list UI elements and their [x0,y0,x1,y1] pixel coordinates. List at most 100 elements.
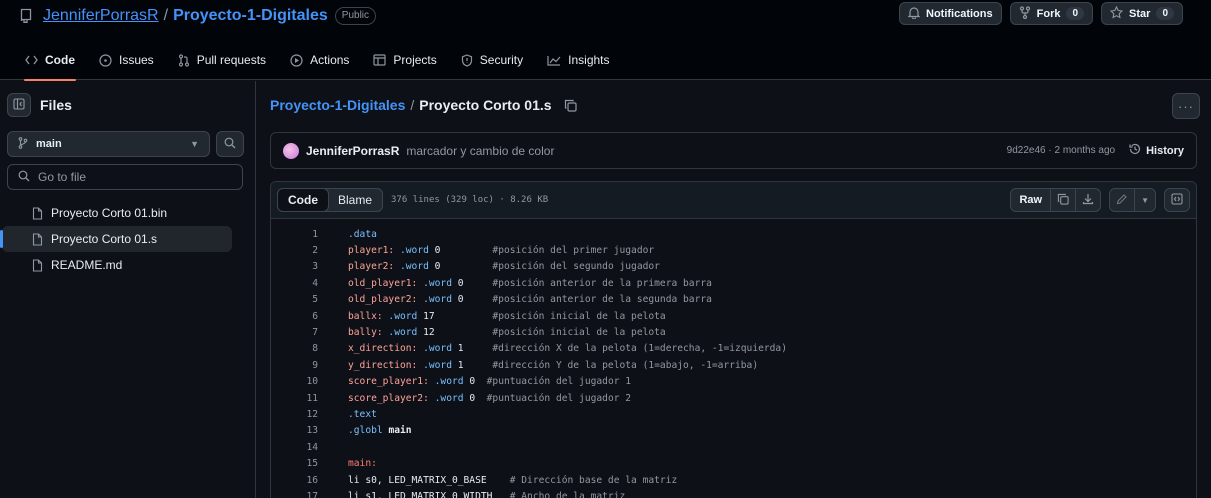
chevron-down-icon: ▼ [1141,195,1149,205]
code-line[interactable]: 4 old_player1: .word 0 #posición anterior… [271,275,1196,291]
raw-button[interactable]: Raw [1011,189,1050,211]
line-number[interactable]: 7 [271,327,318,338]
code-line[interactable]: 2 player1: .word 0 #posición del primer j… [271,242,1196,258]
code-line[interactable]: 13 .globl main [271,423,1196,439]
code-line[interactable]: 17 li s1, LED_MATRIX_0_WIDTH # Ancho de l… [271,488,1196,498]
breadcrumb-file-name: Proyecto Corto 01.s [419,97,552,113]
more-options-button[interactable]: ··· [1172,93,1200,119]
copy-raw-button[interactable] [1050,189,1075,211]
code-line[interactable]: 3 player2: .word 0 #posición del segundo … [271,259,1196,275]
line-number[interactable]: 14 [271,442,318,453]
line-number[interactable]: 13 [271,425,318,436]
code-lines[interactable]: 1 .data 2 player1: .word 0 #posición del pr… [271,219,1196,498]
line-number[interactable]: 2 [271,245,318,256]
tab-insights[interactable]: Insights [538,44,618,76]
code-token: 12 [423,327,435,339]
repo-nav-tabs: Code Issues Pull requests Actions Projec… [16,44,619,81]
symbols-button[interactable] [1164,188,1190,212]
tab-issues[interactable]: Issues [90,44,163,76]
go-to-file-input[interactable]: Go to file [7,164,243,190]
repo-actions: Notifications Fork 0 Star 0 [899,2,1183,25]
tab-label: Security [479,53,524,67]
star-button[interactable]: Star 0 [1101,2,1183,25]
line-number[interactable]: 15 [271,458,318,469]
file-stats: 376 lines (329 loc) · 8.26 KB [391,195,549,205]
file-icon [32,206,43,220]
line-number[interactable]: 1 [271,229,318,240]
code-view-button[interactable]: Code [277,188,329,212]
code-token: .word [417,343,458,355]
code-line[interactable]: 12 .text [271,406,1196,422]
repo-name-link[interactable]: Proyecto-1-Digitales [173,7,328,25]
code-token: main: [348,458,377,470]
file-item[interactable]: README.md [2,252,240,278]
edit-button[interactable] [1110,189,1134,211]
avatar[interactable] [283,142,299,159]
tab-pull-requests[interactable]: Pull requests [169,44,275,76]
code-line[interactable]: 16 li s0, LED_MATRIX_0_BASE # Dirección b… [271,472,1196,488]
code-token: .word [382,327,424,339]
star-count: 0 [1156,7,1174,20]
commit-meta[interactable]: 9d22e46 · 2 months ago [1007,145,1115,156]
code-token: #posición del segundo jugador [440,261,660,273]
download-button[interactable] [1075,189,1100,211]
collapse-sidebar-button[interactable] [7,93,31,117]
notifications-button[interactable]: Notifications [899,2,1002,25]
line-content: y_direction: .word 1 #dirección Y de la … [348,360,758,371]
tab-security[interactable]: Security [452,44,532,76]
commit-message[interactable]: marcador y cambio de color [406,144,554,158]
line-number[interactable]: 12 [271,409,318,420]
bell-icon [907,6,921,22]
line-number[interactable]: 3 [271,261,318,272]
code-line[interactable]: 1 .data [271,226,1196,242]
line-number[interactable]: 8 [271,343,318,354]
code-token: .text [348,408,377,420]
code-line[interactable]: 9 y_direction: .word 1 #dirección Y de la… [271,357,1196,373]
line-number[interactable]: 17 [271,491,318,498]
repo-owner-link[interactable]: JenniferPorrasR [43,7,159,25]
code-line[interactable]: 11 score_player2: .word 0 #puntuación del… [271,390,1196,406]
code-line[interactable]: 7 bally: .word 12 #posición inicial de la… [271,324,1196,340]
line-number[interactable]: 11 [271,393,318,404]
code-line[interactable]: 6 ballx: .word 17 #posición inicial de la… [271,308,1196,324]
files-header: Files [7,93,72,117]
code-line[interactable]: 14 [271,439,1196,455]
fork-icon [1019,5,1031,22]
line-number[interactable]: 16 [271,475,318,486]
tab-code[interactable]: Code [16,44,84,81]
code-token: .word [417,277,458,289]
code-line[interactable]: 15 main: [271,455,1196,471]
line-content: old_player1: .word 0 #posición anterior … [348,278,712,289]
shield-icon [461,53,473,67]
line-number[interactable]: 10 [271,376,318,387]
copy-path-icon[interactable] [564,99,577,112]
files-title: Files [40,97,72,113]
breadcrumb-repo-link[interactable]: Proyecto-1-Digitales [270,97,405,113]
tab-actions[interactable]: Actions [281,44,358,76]
history-button[interactable]: History [1129,143,1184,158]
raw-actions-group: Raw [1010,188,1102,212]
commit-author[interactable]: JenniferPorrasR [306,144,399,158]
repo-title: JenniferPorrasR / Proyecto-1-Digitales P… [20,5,377,27]
tab-projects[interactable]: Projects [364,44,445,76]
line-number[interactable]: 4 [271,278,318,289]
line-number[interactable]: 5 [271,294,318,305]
code-token: old_player1: [348,277,418,289]
branch-selector[interactable]: main ▼ [7,131,210,157]
download-icon [1082,193,1094,208]
branch-name: main [36,138,62,150]
edit-dropdown-button[interactable]: ▼ [1134,189,1155,211]
file-icon [32,258,43,272]
code-line[interactable]: 10 score_player1: .word 0 #puntuación del… [271,374,1196,390]
line-number[interactable]: 6 [271,311,318,322]
code-line[interactable]: 5 old_player2: .word 0 #posición anterior… [271,292,1196,308]
code-line[interactable]: 8 x_direction: .word 1 #dirección X de la… [271,341,1196,357]
fork-label: Fork [1036,7,1061,20]
blame-view-button[interactable]: Blame [328,189,382,211]
line-number[interactable]: 9 [271,360,318,371]
search-files-button[interactable] [216,131,244,157]
line-content: li s1, LED_MATRIX_0_WIDTH # Ancho de la … [348,491,625,498]
file-item-selected[interactable]: Proyecto Corto 01.s [0,226,232,252]
fork-button[interactable]: Fork 0 [1009,2,1094,25]
file-item[interactable]: Proyecto Corto 01.bin [2,200,240,226]
